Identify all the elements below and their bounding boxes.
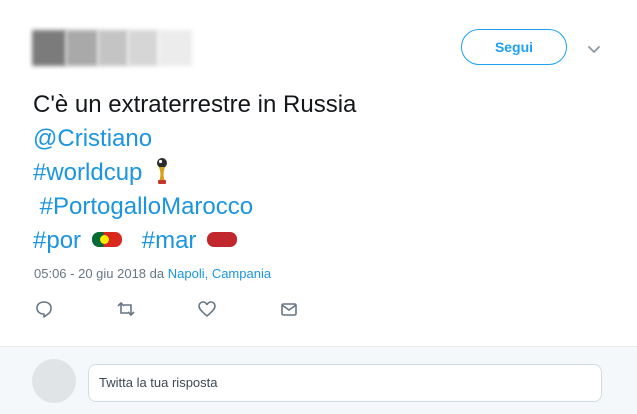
hashtag-por-link[interactable]: #por (33, 227, 81, 254)
hashtag-portogallomarocco-link[interactable]: #PortogalloMarocco (40, 193, 253, 220)
tweet-line: C'è un extraterrestre in Russia (33, 91, 357, 118)
morocco-flag-icon (207, 232, 238, 248)
chevron-down-icon[interactable] (586, 41, 602, 57)
retweet-icon[interactable] (116, 299, 136, 319)
author-header-blurred (32, 30, 192, 72)
timestamp[interactable]: 05:06 - 20 giu 2018 da (34, 266, 168, 281)
hashtag-worldcup-link[interactable]: #worldcup (33, 159, 142, 186)
follow-button[interactable]: Segui (461, 29, 567, 65)
portugal-flag-icon (91, 232, 122, 248)
hashtag-mar-link[interactable]: #mar (142, 227, 197, 254)
avatar (32, 359, 76, 403)
mention-link[interactable]: @Cristiano (33, 125, 152, 152)
message-icon[interactable] (279, 299, 299, 319)
world-cup-trophy-icon (157, 157, 168, 184)
location-link[interactable]: Napoli, Campania (168, 266, 271, 281)
reply-input[interactable]: Twitta la tua risposta (88, 364, 602, 402)
reply-bar: Twitta la tua risposta (0, 346, 637, 414)
tweet-card: Segui C'è un extraterrestre in Russia @C… (0, 0, 637, 346)
tweet-meta: 05:06 - 20 giu 2018 da Napoli, Campania (34, 266, 271, 281)
tweet-text: C'è un extraterrestre in Russia @Cristia… (33, 88, 593, 258)
reply-icon[interactable] (34, 299, 54, 319)
like-icon[interactable] (197, 299, 217, 319)
